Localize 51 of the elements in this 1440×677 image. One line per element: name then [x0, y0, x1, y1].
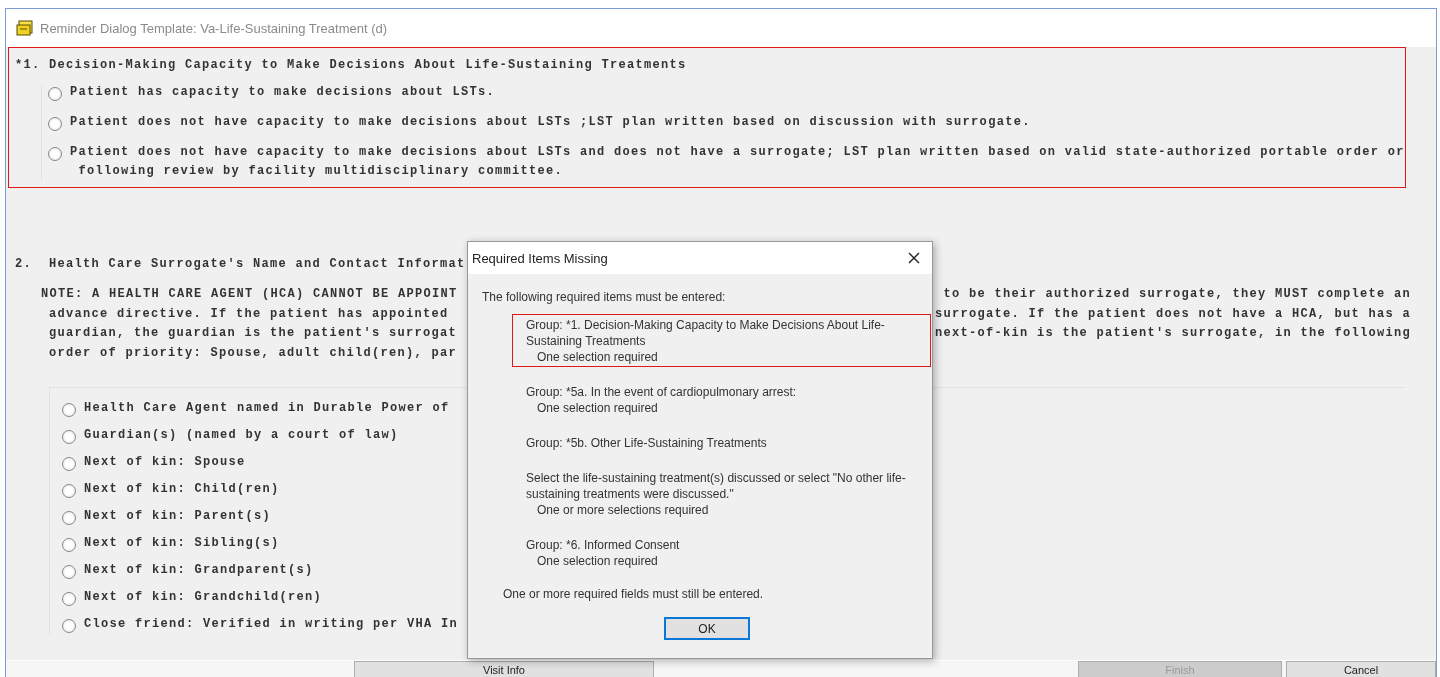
- group-label: Group: *5b. Other Life-Sustaining Treatments: [526, 435, 768, 451]
- option-label: Next of kin: Grandparent(s): [84, 562, 314, 579]
- close-button[interactable]: [906, 250, 922, 266]
- group-label: Group: *1. Decision-Making Capacity to Make Decisions About Life-Sustaining Treatments: [526, 317, 886, 349]
- requirement-text: One or more selections required: [536, 502, 710, 518]
- footer-button[interactable]: Cancel: [1286, 661, 1436, 677]
- ok-button[interactable]: OK: [664, 617, 750, 640]
- footer-button[interactable]: Visit Info: [354, 661, 654, 677]
- notepad-icon: [16, 20, 34, 36]
- option-label: Patient does not have capacity to make decisions about LSTs and does not have a surrogate; LST plan written based on valid state-authorized portable order or following review by facility multidisciplinary committee.: [70, 144, 1405, 180]
- radio-button[interactable]: [62, 457, 76, 471]
- radio-button[interactable]: [62, 511, 76, 525]
- note-text: NOTE: A HEALTH CARE AGENT (HCA) CANNOT BE APPOINT: [41, 286, 458, 303]
- radio-button[interactable]: [48, 87, 62, 101]
- section-title: *1. Decision-Making Capacity to Make Decisions About Life-Sustaining Treatments: [15, 58, 687, 72]
- radio-button[interactable]: [62, 592, 76, 606]
- note-text: guardian, the guardian is the patient's surrogat: [48, 325, 458, 342]
- radio-button[interactable]: [62, 484, 76, 498]
- section-title: 2. Health Care Surrogate's Name and Contact Informat: [15, 257, 466, 271]
- radio-button[interactable]: [48, 117, 62, 131]
- group-label: Group: *6. Informed Consent: [526, 537, 681, 553]
- radio-button[interactable]: [62, 619, 76, 633]
- option-label: Close friend: Verified in writing per VHA In: [84, 616, 459, 633]
- radio-button[interactable]: [62, 538, 76, 552]
- dialog-message: One or more required fields must still be entered.: [503, 587, 765, 601]
- option-label: Next of kin: Grandchild(ren): [84, 589, 323, 606]
- requirement-text: One selection required: [536, 553, 659, 569]
- note-text: surrogate. If the patient does not have a HCA, but has a: [934, 305, 1411, 323]
- note-text: next-of-kin is the patient's surrogate, in the following: [934, 325, 1411, 342]
- radio-button[interactable]: [48, 147, 62, 161]
- dialog-title: Required Items Missing: [472, 250, 608, 266]
- option-label: Guardian(s) (named by a court of law): [84, 427, 399, 444]
- option-label: Health Care Agent named in Durable Power of: [84, 400, 450, 417]
- option-label: Next of kin: Spouse: [84, 454, 246, 471]
- radio-button[interactable]: [62, 565, 76, 579]
- note-text: to be their authorized surrogate, they MUST complete an: [943, 286, 1411, 303]
- option-label: Patient has capacity to make decisions about LSTs.: [70, 84, 496, 101]
- group-label: Group: *5a. In the event of cardiopulmonary arrest:: [526, 384, 798, 400]
- dialog-intro: The following required items must be entered:: [482, 290, 727, 304]
- requirement-text: One selection required: [536, 349, 659, 365]
- group-label: Select the life-sustaining treatment(s) discussed or select "No other life-sustaining treatments were discussed.": [526, 470, 907, 502]
- requirement-text: One selection required: [536, 400, 659, 416]
- note-text: advance directive. If the patient has appointed: [48, 305, 449, 323]
- option-label: Next of kin: Parent(s): [84, 508, 272, 525]
- radio-button[interactable]: [62, 403, 76, 417]
- radio-button[interactable]: [62, 430, 76, 444]
- option-label: Next of kin: Sibling(s): [84, 535, 280, 552]
- note-text: order of priority: Spouse, adult child(ren), par: [48, 344, 458, 362]
- option-label: Patient does not have capacity to make decisions about LSTs ;LST plan written based on discussion with surrogate.: [70, 114, 1031, 131]
- window-title: Reminder Dialog Template: Va-Life-Sustaining Treatment (d): [40, 20, 388, 36]
- option-label: Next of kin: Child(ren): [84, 481, 280, 498]
